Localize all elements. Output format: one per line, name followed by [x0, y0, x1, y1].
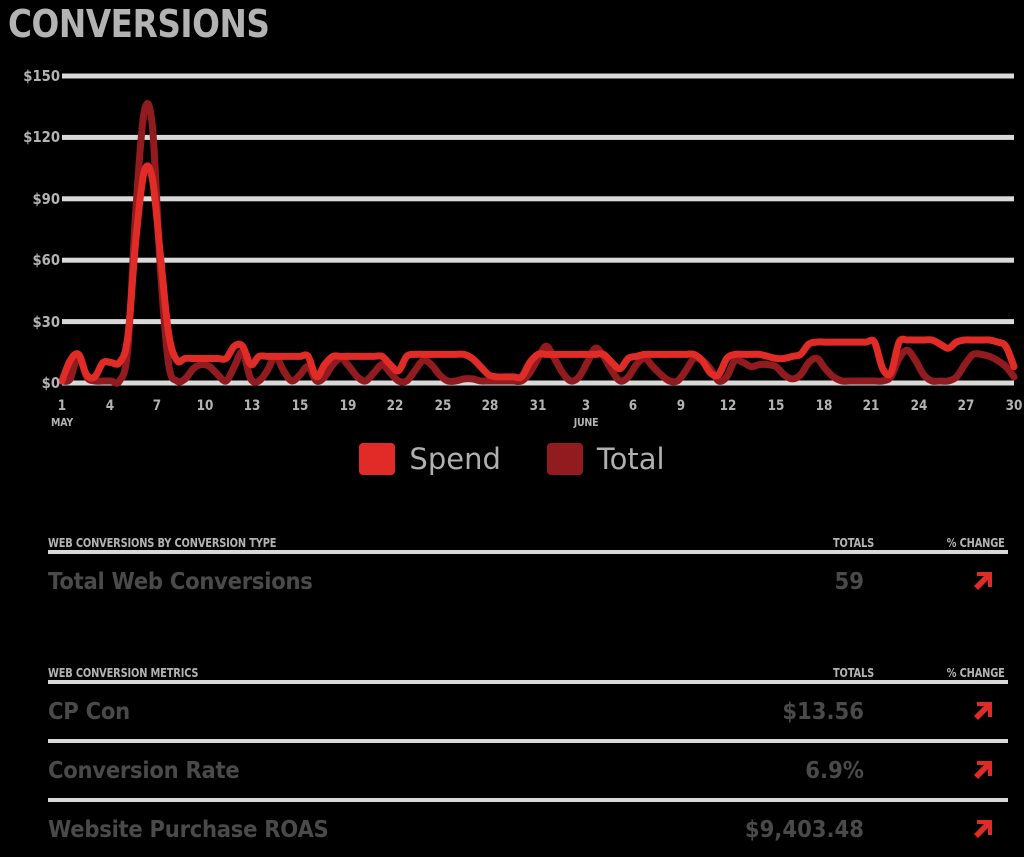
x-axis-tick-month: JUNE — [573, 416, 598, 429]
x-axis-tick-day: 22 — [386, 398, 404, 414]
y-axis-tick-label: $150 — [23, 67, 60, 85]
column-header-name: WEB CONVERSION METRICS — [48, 666, 199, 680]
x-axis-tick-label: 30 — [988, 398, 1024, 414]
x-axis-tick-day: 30 — [1005, 398, 1023, 414]
column-header-totals: TOTALS — [832, 536, 874, 550]
table-header-row: WEB CONVERSION METRICS TOTALS % CHANGE — [48, 658, 1008, 680]
table-row[interactable]: CP Con $13.56 — [48, 680, 1008, 739]
gridline — [62, 134, 1014, 140]
x-axis-tick-label: 7 — [131, 398, 183, 414]
x-axis-tick-day: 25 — [434, 398, 452, 414]
x-axis-tick-label: 27 — [941, 398, 993, 414]
page-title: CONVERSIONS — [8, 2, 270, 46]
legend-item-spend[interactable]: Spend — [359, 442, 501, 476]
x-axis-tick-label: 22 — [369, 398, 421, 414]
row-change-indicator — [864, 569, 1008, 595]
gridline — [62, 257, 1014, 263]
row-metric-name: Conversion Rate — [48, 757, 240, 784]
gridline — [62, 73, 1014, 79]
x-axis-tick-label: 28 — [465, 398, 517, 414]
legend-item-total[interactable]: Total — [546, 442, 665, 476]
table-row[interactable]: Website Purchase ROAS $9,403.48 — [48, 798, 1008, 857]
table-body: CP Con $13.56 Conversion Rate 6.9% Website P… — [48, 680, 1008, 857]
x-axis-tick-label: 19 — [322, 398, 374, 414]
row-change-indicator — [864, 817, 1008, 843]
x-axis-tick-label: 10 — [179, 398, 231, 414]
chart-canvas — [58, 73, 1018, 387]
table-row[interactable]: Conversion Rate 6.9% — [48, 739, 1008, 798]
gridline — [62, 196, 1014, 202]
row-metric-name: Website Purchase ROAS — [48, 816, 329, 843]
trend-up-arrow-icon — [974, 571, 992, 590]
x-axis-tick-label: 1 MAY — [36, 398, 88, 429]
trend-up-arrow-icon — [974, 701, 992, 720]
x-axis-tick-label: 25 — [417, 398, 469, 414]
x-axis-tick-day: 9 — [676, 398, 685, 414]
table-row[interactable]: Total Web Conversions 59 — [48, 550, 1008, 609]
x-axis-tick-label: 18 — [798, 398, 850, 414]
x-axis-tick-day: 12 — [720, 398, 737, 414]
y-axis-tick-label: $90 — [32, 189, 60, 208]
row-metric-name: Total Web Conversions — [48, 568, 313, 595]
x-axis-tick-day: 1 — [57, 398, 67, 414]
legend-label: Spend — [409, 442, 501, 476]
x-axis-tick-day: 19 — [339, 398, 356, 414]
x-axis-tick-day: 13 — [244, 398, 261, 414]
x-axis-tick-label: 24 — [893, 398, 945, 414]
x-axis-tick-day: 24 — [910, 398, 928, 414]
x-axis-tick-day: 10 — [196, 398, 214, 414]
x-axis-tick-label: 3 JUNE — [560, 398, 612, 429]
x-axis-tick-label: 9 — [655, 398, 707, 414]
x-axis-tick-label: 15 — [274, 398, 326, 414]
row-change-indicator — [864, 758, 1008, 784]
trend-up-arrow-icon — [974, 760, 992, 779]
trend-up-arrow-icon — [974, 819, 992, 838]
x-axis-tick-label: 31 — [512, 398, 564, 414]
x-axis-tick-day: 27 — [958, 398, 975, 414]
x-axis-tick-label: 15 — [750, 398, 802, 414]
x-axis-tick-day: 21 — [862, 398, 880, 414]
x-axis-tick-day: 3 — [581, 398, 590, 414]
row-metric-name: CP Con — [48, 698, 130, 725]
row-change-indicator — [864, 699, 1008, 725]
table-header-row: WEB CONVERSIONS BY CONVERSION TYPE TOTAL… — [48, 528, 1008, 550]
x-axis-tick-day: 15 — [291, 398, 309, 414]
column-header-change: % CHANGE — [946, 666, 1005, 680]
row-total-value: $9,403.48 — [744, 816, 864, 843]
gridline — [62, 319, 1014, 325]
y-axis-tick-label: $0 — [41, 374, 60, 392]
row-total-value: 6.9% — [805, 757, 864, 784]
x-axis-tick-label: 6 — [607, 398, 659, 414]
chart-legend: Spend Total — [0, 442, 1024, 476]
y-axis-tick-label: $60 — [32, 251, 60, 270]
x-axis-tick-day: 31 — [529, 398, 547, 414]
x-axis-tick-month: MAY — [51, 416, 73, 429]
row-total-value: 59 — [834, 568, 864, 595]
legend-label: Total — [596, 442, 665, 476]
row-total-value: $13.56 — [782, 698, 864, 725]
y-axis-tick-label: $120 — [23, 128, 60, 147]
legend-swatch-total — [546, 443, 583, 475]
table-web-conversion-metrics: WEB CONVERSION METRICS TOTALS % CHANGE C… — [48, 658, 1008, 857]
column-header-totals: TOTALS — [832, 666, 874, 680]
x-axis-tick-day: 28 — [482, 398, 499, 414]
x-axis-tick-label: 13 — [227, 398, 279, 414]
column-header-name: WEB CONVERSIONS BY CONVERSION TYPE — [48, 536, 277, 550]
x-axis-tick-label: 4 — [84, 398, 136, 414]
x-axis-tick-day: 6 — [628, 398, 638, 414]
x-axis-tick-label: 12 — [703, 398, 755, 414]
y-axis-tick-label: $30 — [32, 312, 60, 331]
x-axis-tick-day: 7 — [152, 398, 162, 414]
chart-series-lines — [58, 100, 1018, 387]
legend-swatch-spend — [359, 443, 396, 475]
x-axis-tick-day: 18 — [815, 398, 832, 414]
x-axis-tick-day: 15 — [767, 398, 785, 414]
x-axis-tick-day: 4 — [105, 398, 114, 414]
column-header-change: % CHANGE — [946, 536, 1005, 550]
conversions-chart: $0 $30 $60 $90 $120 $150 1 MAY 4 7 10 13 15 19 22 25 28… — [0, 58, 1024, 498]
x-axis-tick-label: 21 — [845, 398, 897, 414]
table-body: Total Web Conversions 59 — [48, 550, 1008, 609]
table-web-conversions-by-conversion-type: WEB CONVERSIONS BY CONVERSION TYPE TOTAL… — [48, 528, 1008, 609]
